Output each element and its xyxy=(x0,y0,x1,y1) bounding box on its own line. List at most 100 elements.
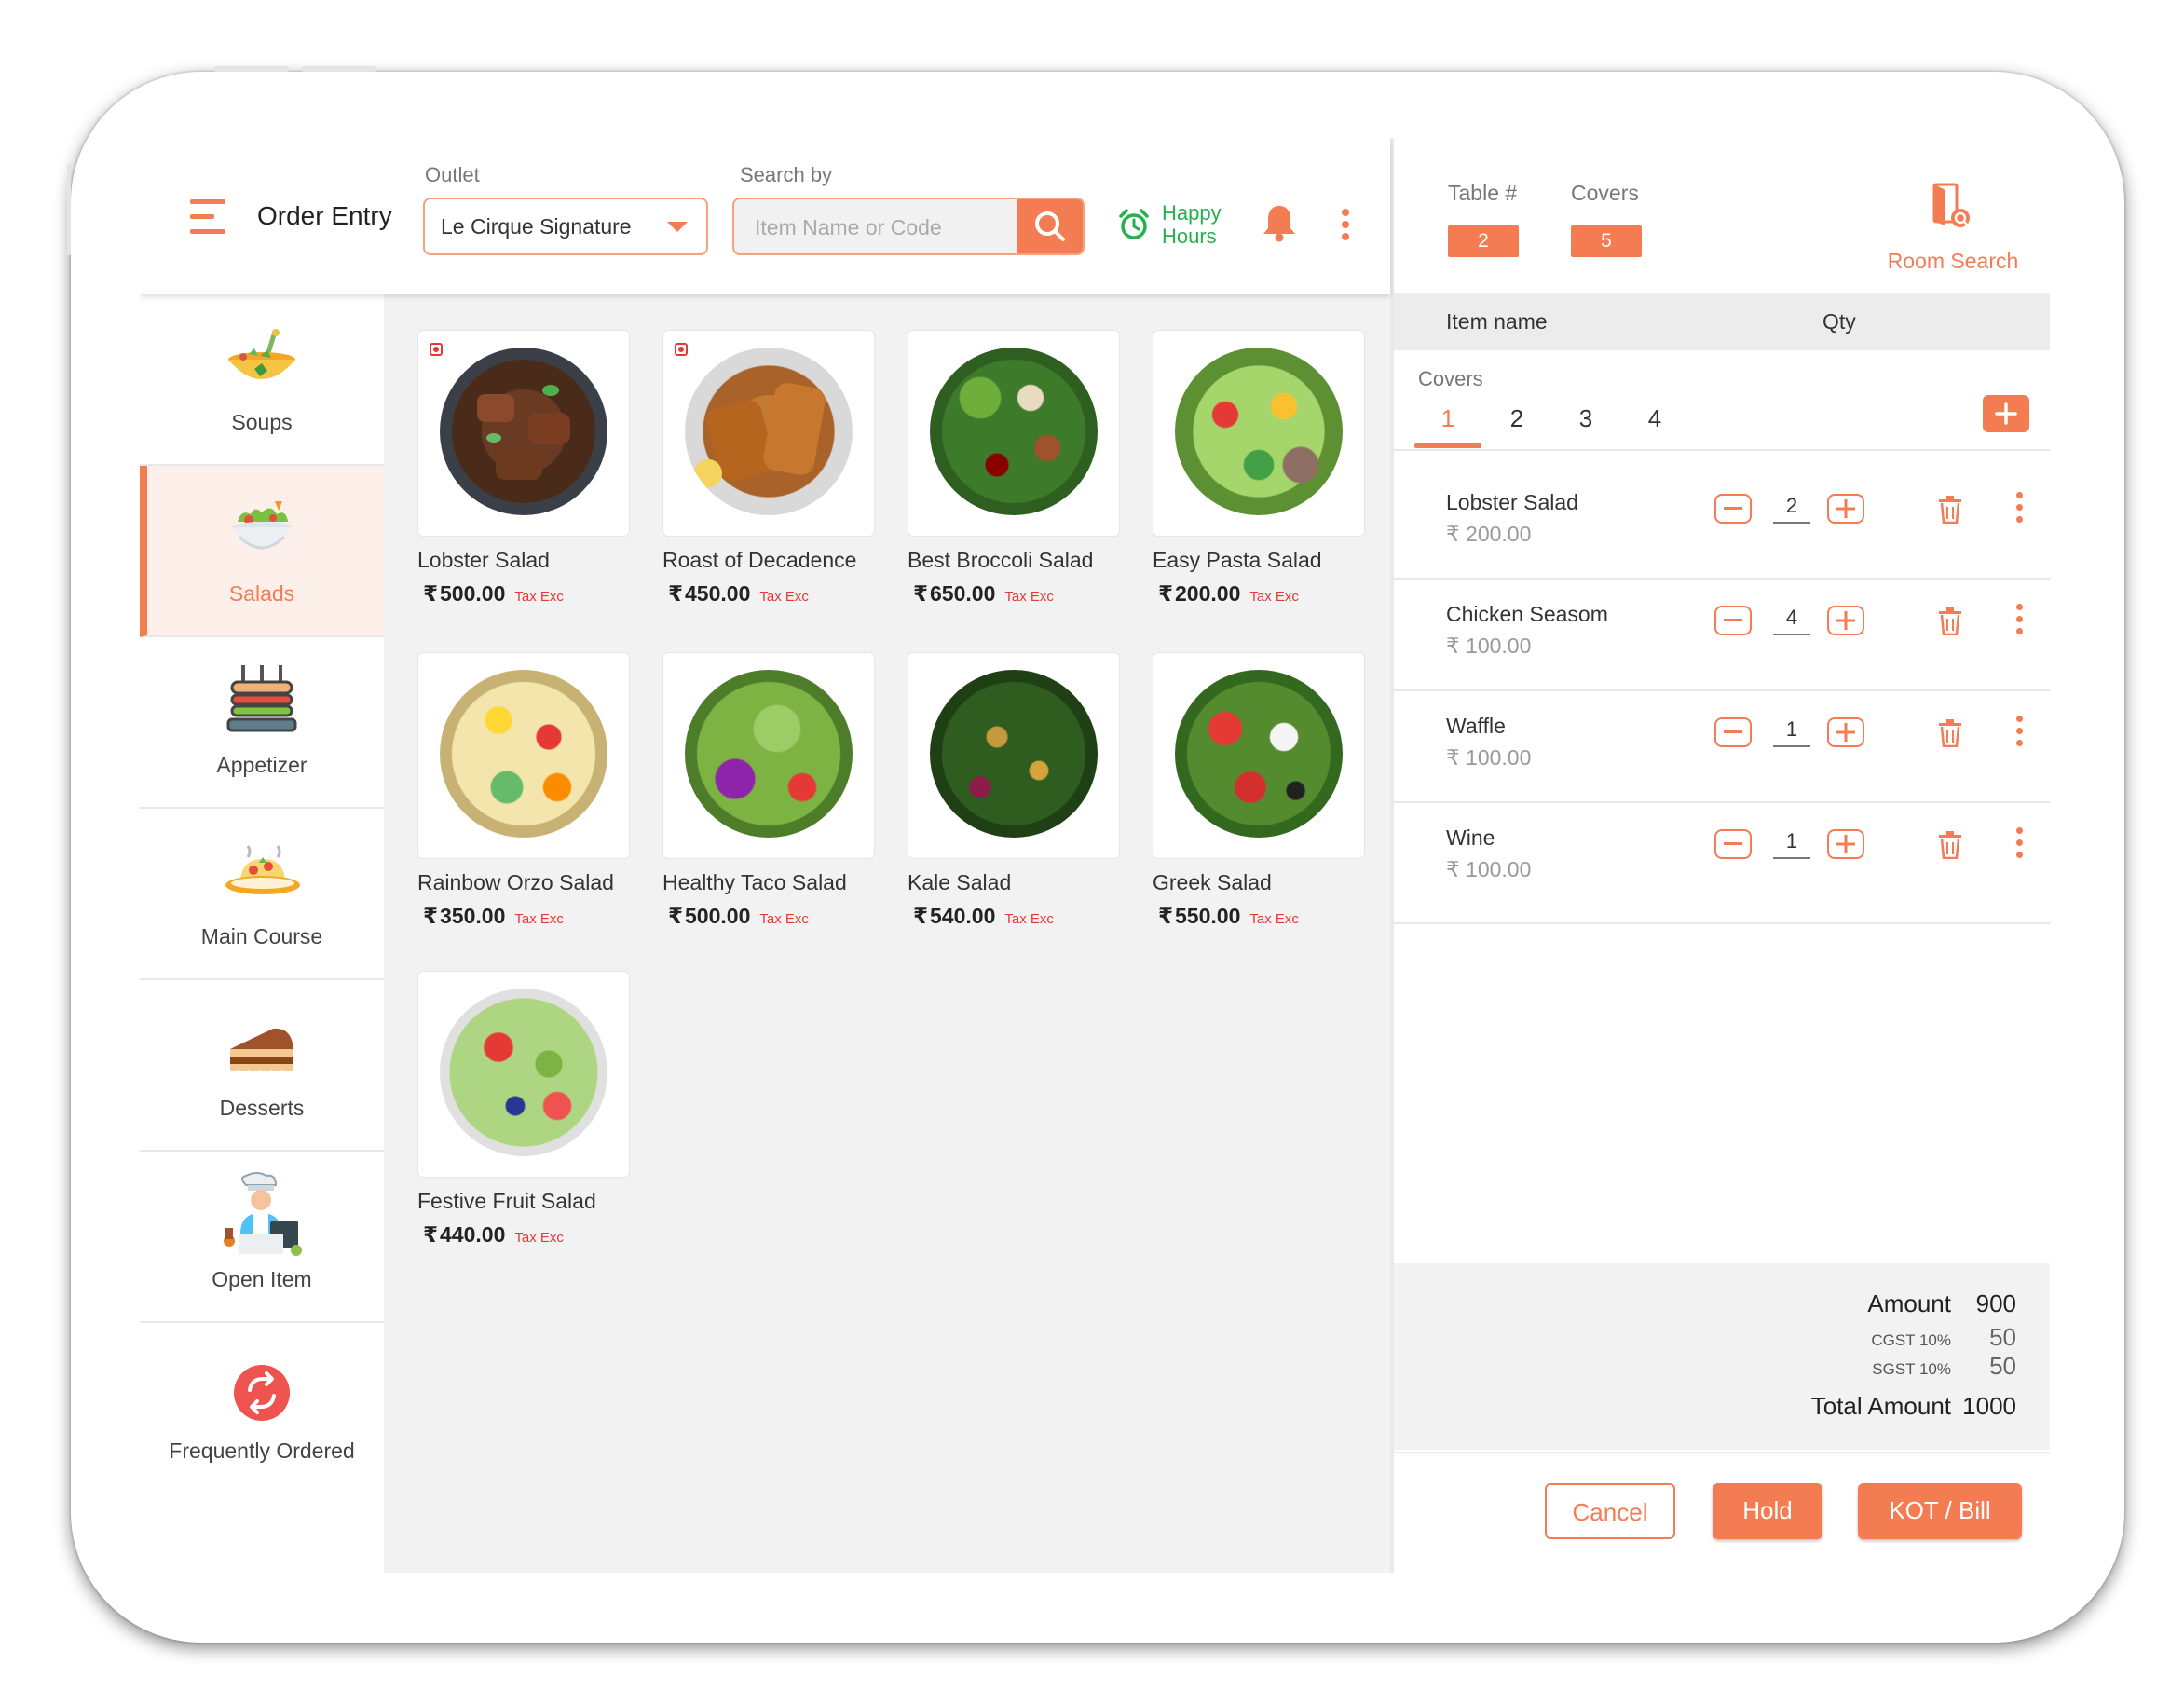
category-soups[interactable]: Soups xyxy=(140,294,384,466)
decrease-qty-button[interactable] xyxy=(1714,494,1752,524)
food-image xyxy=(440,348,607,515)
menu-item-card[interactable]: Lobster Salad ₹500.00 Tax Exc xyxy=(417,330,634,607)
menu-item-card[interactable]: Kale Salad ₹540.00 Tax Exc xyxy=(908,652,1124,929)
outlet-select[interactable]: Le Cirque Signature xyxy=(423,198,708,255)
decrease-qty-button[interactable] xyxy=(1714,829,1752,859)
covers-badge[interactable]: 5 xyxy=(1571,225,1642,257)
increase-qty-button[interactable] xyxy=(1827,494,1864,524)
category-label: Salads xyxy=(228,581,295,606)
order-line-name: Waffle xyxy=(1446,714,1506,738)
category-frequently-ordered[interactable]: Frequently Ordered xyxy=(140,1323,384,1494)
menu-item-card[interactable]: Easy Pasta Salad ₹200.00 Tax Exc xyxy=(1153,330,1369,607)
totals-summary: Amount 900 CGST 10% 50 SGST 10% 50 Total… xyxy=(1394,1263,2050,1450)
qty-value[interactable]: 1 xyxy=(1773,717,1810,747)
tax-label: Tax Exc xyxy=(759,589,809,605)
table-number-badge[interactable]: 2 xyxy=(1448,225,1519,257)
trash-icon xyxy=(1939,496,1961,525)
item-name: Easy Pasta Salad xyxy=(1153,548,1322,572)
increase-qty-button[interactable] xyxy=(1827,606,1864,635)
delete-line-button[interactable] xyxy=(1938,496,1962,528)
notification-button[interactable] xyxy=(1261,203,1298,247)
food-image xyxy=(930,348,1098,515)
delete-line-button[interactable] xyxy=(1938,719,1962,752)
search-icon xyxy=(1035,211,1065,241)
item-image-card xyxy=(662,330,875,537)
menu-item-card[interactable]: Festive Fruit Salad ₹440.00 Tax Exc xyxy=(417,971,634,1248)
cover-tab-1[interactable]: 1 xyxy=(1429,404,1467,433)
qty-value[interactable]: 1 xyxy=(1773,829,1810,859)
hold-button[interactable]: Hold xyxy=(1713,1483,1822,1539)
happy-hours-button[interactable]: Happy Hours xyxy=(1117,201,1222,248)
room-search-button[interactable]: Room Search xyxy=(1886,183,2020,274)
order-line: Waffle ₹ 100.00 1 xyxy=(1394,689,2050,801)
sgst-label: SGST 10% xyxy=(1872,1360,1951,1378)
category-appetizer[interactable]: Appetizer xyxy=(140,637,384,809)
increase-qty-button[interactable] xyxy=(1827,829,1864,859)
qty-value[interactable]: 4 xyxy=(1773,606,1810,635)
item-image-card xyxy=(417,330,630,537)
category-label: Desserts xyxy=(219,1096,305,1120)
item-price: ₹500.00 Tax Exc xyxy=(423,581,564,606)
order-line-price: ₹ 100.00 xyxy=(1446,745,1532,770)
chef-icon xyxy=(220,1172,304,1262)
search-button[interactable] xyxy=(1017,199,1083,253)
search-label: Search by xyxy=(740,163,833,186)
item-name-column: Item name xyxy=(1446,309,1548,334)
qty-value[interactable]: 2 xyxy=(1773,494,1810,524)
decrease-qty-button[interactable] xyxy=(1714,717,1752,747)
order-line-name: Wine xyxy=(1446,825,1495,850)
delete-line-button[interactable] xyxy=(1938,831,1962,864)
add-cover-button[interactable] xyxy=(1983,395,2029,432)
repeat-arrows-icon xyxy=(233,1364,291,1426)
line-options-icon[interactable] xyxy=(2016,492,2023,528)
item-image-card xyxy=(1153,652,1365,859)
item-price: ₹500.00 Tax Exc xyxy=(668,904,809,928)
menu-item-card[interactable]: Rainbow Orzo Salad ₹350.00 Tax Exc xyxy=(417,652,634,929)
menu-item-card[interactable]: Greek Salad ₹550.00 Tax Exc xyxy=(1153,652,1369,929)
category-open-item[interactable]: Open Item xyxy=(140,1152,384,1323)
menu-icon[interactable] xyxy=(190,199,225,235)
cgst-label: CGST 10% xyxy=(1871,1331,1951,1349)
cake-slice-icon xyxy=(226,1021,297,1082)
tax-label: Tax Exc xyxy=(759,911,809,927)
category-main-course[interactable]: Main Course xyxy=(140,809,384,980)
bell-icon xyxy=(1263,206,1295,242)
category-desserts[interactable]: Desserts xyxy=(140,980,384,1152)
kot-bill-button[interactable]: KOT / Bill xyxy=(1858,1483,2022,1539)
item-name: Best Broccoli Salad xyxy=(908,548,1094,572)
item-image-card xyxy=(417,971,630,1178)
outlet-label: Outlet xyxy=(425,163,480,186)
category-salads[interactable]: Salads xyxy=(140,466,384,637)
order-line-price: ₹ 200.00 xyxy=(1446,522,1532,546)
food-image xyxy=(685,670,853,838)
cover-tab-4[interactable]: 4 xyxy=(1636,404,1673,433)
cover-tab-2[interactable]: 2 xyxy=(1498,404,1536,433)
increase-qty-button[interactable] xyxy=(1827,717,1864,747)
more-options-icon[interactable] xyxy=(1342,209,1349,245)
line-options-icon[interactable] xyxy=(2016,604,2023,640)
order-line-name: Chicken Seasom xyxy=(1446,602,1608,626)
menu-item-card[interactable]: Healthy Taco Salad ₹500.00 Tax Exc xyxy=(662,652,879,929)
covers-section-label: Covers xyxy=(1418,367,1483,390)
menu-item-card[interactable]: Best Broccoli Salad ₹650.00 Tax Exc xyxy=(908,330,1124,607)
menu-item-card[interactable]: Roast of Decadence ₹450.00 Tax Exc xyxy=(662,330,879,607)
item-name: Greek Salad xyxy=(1153,870,1272,894)
order-line: Chicken Seasom ₹ 100.00 4 xyxy=(1394,578,2050,689)
app-screen: Order Entry Outlet Le Cirque Signature S… xyxy=(140,138,2050,1573)
cancel-button[interactable]: Cancel xyxy=(1545,1483,1675,1539)
minus-icon xyxy=(1724,730,1742,733)
salad-bowl-icon xyxy=(225,499,299,575)
cover-tab-3[interactable]: 3 xyxy=(1567,404,1604,433)
total-label: Total Amount xyxy=(1810,1392,1951,1420)
happy-hours-line1: Happy xyxy=(1162,201,1222,225)
decrease-qty-button[interactable] xyxy=(1714,606,1752,635)
amount-label: Amount xyxy=(1867,1289,1951,1317)
sgst-value: 50 xyxy=(1989,1352,2016,1380)
line-options-icon[interactable] xyxy=(2016,827,2023,864)
order-line: Lobster Salad ₹ 200.00 2 xyxy=(1394,466,2050,578)
tax-label: Tax Exc xyxy=(1249,911,1299,927)
line-options-icon[interactable] xyxy=(2016,716,2023,752)
delete-line-button[interactable] xyxy=(1938,607,1962,640)
amount-row: Amount 900 xyxy=(1867,1289,2016,1318)
search-input[interactable] xyxy=(734,199,1036,253)
